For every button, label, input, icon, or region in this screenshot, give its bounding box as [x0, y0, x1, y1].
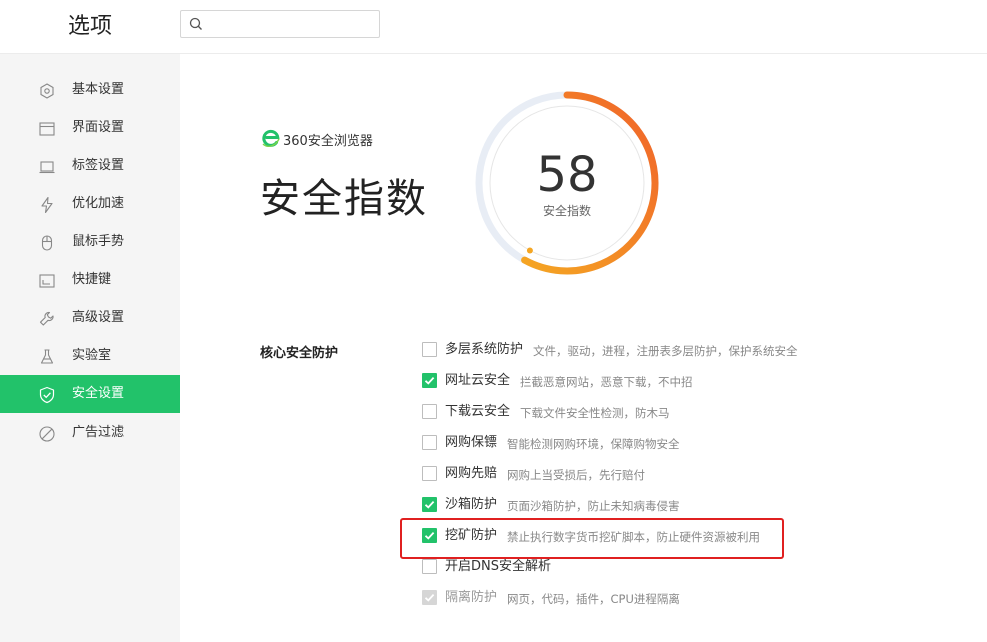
page-title: 选项: [68, 14, 113, 39]
option-title: 隔离防护: [445, 590, 498, 605]
sidebar-item-label: 高级设置: [72, 310, 125, 325]
option-description: 文件，驱动，进程，注册表多层防护，保护系统安全: [533, 344, 798, 358]
sidebar-item-adblock[interactable]: 广告过滤: [0, 414, 180, 452]
keyboard-icon: [39, 274, 55, 288]
flask-icon: [40, 349, 54, 364]
option-title: 网购保镖: [445, 435, 498, 450]
security-index-title: 安全指数: [260, 176, 428, 222]
checkbox[interactable]: [422, 497, 437, 512]
sidebar-item-label: 实验室: [72, 348, 112, 363]
header-bar: 选项: [0, 0, 987, 54]
window-icon: [39, 122, 55, 136]
search-icon: [189, 17, 202, 30]
checkbox[interactable]: [422, 404, 437, 419]
option-description: 智能检测网购环境，保障购物安全: [507, 437, 680, 451]
option-title: 多层系统防护: [445, 342, 524, 357]
sidebar-item-optimize[interactable]: 优化加速: [0, 185, 180, 223]
sidebar-item-label: 标签设置: [72, 158, 125, 173]
checkbox[interactable]: [422, 342, 437, 357]
sidebar-item-label: 安全设置: [72, 386, 125, 401]
option-description: 下载文件安全性检测，防木马: [520, 406, 670, 420]
checkbox: [422, 590, 437, 605]
wrench-icon: [39, 311, 54, 326]
checkbox[interactable]: [422, 435, 437, 450]
option-title: 沙箱防护: [445, 497, 498, 512]
search-input[interactable]: [209, 14, 375, 34]
hexagon-icon: [40, 83, 54, 99]
sidebar-item-label: 广告过滤: [72, 425, 125, 440]
sidebar-item-label: 界面设置: [72, 120, 125, 135]
sidebar-item-shortcuts[interactable]: 快捷键: [0, 261, 180, 299]
sidebar-item-tabs[interactable]: 标签设置: [0, 147, 180, 185]
security-score-value: 58: [536, 147, 598, 203]
option-description: 页面沙箱防护，防止未知病毒侵害: [507, 499, 680, 513]
option-description: 拦截恶意网站，恶意下载，不中招: [520, 375, 693, 389]
option-title: 开启DNS安全解析: [445, 559, 551, 574]
core-protection-label: 核心安全防护: [260, 346, 339, 361]
option-title: 网购先赔: [445, 466, 498, 481]
checkbox[interactable]: [422, 466, 437, 481]
option-description: 网购上当受损后，先行赔付: [507, 468, 645, 482]
sidebar-item-advanced[interactable]: 高级设置: [0, 299, 180, 337]
checkbox[interactable]: [422, 373, 437, 388]
sidebar-item-security[interactable]: 安全设置: [0, 375, 180, 413]
option-title: 下载云安全: [445, 404, 511, 419]
block-icon: [39, 426, 55, 442]
sidebar-item-label: 基本设置: [72, 82, 125, 97]
shield-check-icon: [39, 386, 55, 404]
360-browser-logo-icon: [262, 129, 280, 147]
search-box[interactable]: [180, 10, 380, 38]
security-score-label: 安全指数: [542, 204, 591, 218]
tab-icon: [39, 161, 55, 174]
sidebar-item-mouse[interactable]: 鼠标手势: [0, 223, 180, 261]
sidebar-item-label: 快捷键: [72, 272, 112, 287]
gauge-end-dot: [526, 247, 533, 254]
option-title: 网址云安全: [445, 373, 511, 388]
sidebar: 基本设置 界面设置 标签设置 优化加速 鼠标手势 快捷键 高级设置 实验室 安全…: [0, 54, 180, 642]
sidebar-item-basic[interactable]: 基本设置: [0, 71, 180, 109]
sidebar-item-lab[interactable]: 实验室: [0, 337, 180, 375]
checkbox[interactable]: [422, 559, 437, 574]
option-description: 网页，代码，插件，CPU进程隔离: [507, 592, 680, 606]
lightning-icon: [41, 196, 53, 214]
sidebar-item-label: 鼠标手势: [72, 234, 125, 249]
sidebar-item-interface[interactable]: 界面设置: [0, 109, 180, 147]
mouse-icon: [41, 235, 53, 251]
sidebar-item-label: 优化加速: [72, 196, 125, 211]
brand-name: 360安全浏览器: [283, 134, 373, 149]
highlight-box: [400, 518, 784, 559]
